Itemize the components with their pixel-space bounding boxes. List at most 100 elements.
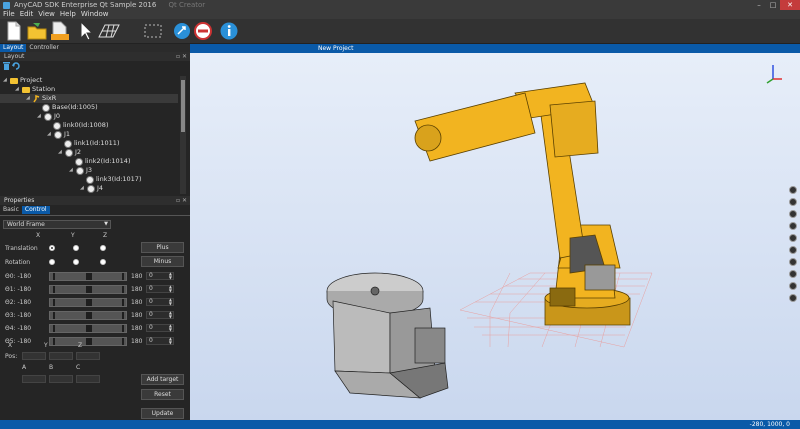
menu-window[interactable]: Window bbox=[81, 10, 109, 19]
view-button[interactable] bbox=[789, 234, 797, 242]
view-button[interactable] bbox=[789, 198, 797, 206]
spin-arrows-icon[interactable]: ▲ ▼ bbox=[169, 298, 172, 306]
tree-node[interactable]: ◢ J2 bbox=[58, 148, 81, 157]
slider-handle[interactable] bbox=[86, 338, 92, 345]
tree-node[interactable]: ◢ J4 bbox=[80, 184, 103, 193]
3d-viewport[interactable] bbox=[190, 53, 800, 420]
tree-node[interactable]: link1(Id:1011) bbox=[64, 139, 119, 148]
tab-layout[interactable]: Layout bbox=[0, 44, 27, 52]
joint-spinbox[interactable]: 0 ▲ ▼ bbox=[146, 285, 174, 293]
collapse-arrow-icon[interactable]: ◢ bbox=[47, 130, 52, 139]
view-button[interactable] bbox=[789, 186, 797, 194]
spin-arrows-icon[interactable]: ▲ ▼ bbox=[169, 324, 172, 332]
translation-y-radio[interactable] bbox=[73, 245, 79, 251]
add-target-button[interactable]: Add target bbox=[141, 374, 184, 385]
update-button[interactable]: Update bbox=[141, 408, 184, 419]
translation-x-radio[interactable] bbox=[49, 245, 55, 251]
minimize-button[interactable]: – bbox=[752, 0, 766, 10]
spin-arrows-icon[interactable]: ▲ ▼ bbox=[169, 285, 172, 293]
slider-handle[interactable] bbox=[86, 299, 92, 306]
view-button[interactable] bbox=[789, 246, 797, 254]
joint-slider[interactable] bbox=[49, 272, 127, 281]
dock-pin-icon[interactable]: ▫ ✕ bbox=[176, 196, 187, 205]
view-button[interactable] bbox=[789, 282, 797, 290]
joint-spinbox[interactable]: 0 ▲ ▼ bbox=[146, 324, 174, 332]
tree-node[interactable]: ◢ J3 bbox=[69, 166, 92, 175]
maximize-button[interactable]: □ bbox=[766, 0, 780, 10]
joint-slider[interactable] bbox=[49, 311, 127, 320]
view-button[interactable] bbox=[789, 270, 797, 278]
tree-node[interactable]: ◢ Station bbox=[15, 85, 55, 94]
slider-handle[interactable] bbox=[86, 312, 92, 319]
collapse-arrow-icon[interactable]: ◢ bbox=[69, 166, 74, 175]
menu-file[interactable]: File bbox=[3, 10, 15, 19]
select-cursor-icon[interactable] bbox=[76, 21, 96, 41]
pos-x-input[interactable] bbox=[22, 352, 46, 360]
tree-node[interactable]: Base(Id:1005) bbox=[42, 103, 98, 112]
tree-node[interactable]: link3(Id:1017) bbox=[86, 175, 141, 184]
tree-scrollbar[interactable] bbox=[180, 76, 186, 194]
joint-slider[interactable] bbox=[49, 324, 127, 333]
tree-node[interactable]: link0(Id:1008) bbox=[53, 121, 108, 130]
joint-slider[interactable] bbox=[49, 337, 127, 346]
view-button[interactable] bbox=[789, 294, 797, 302]
slider-handle[interactable] bbox=[86, 325, 92, 332]
save-icon[interactable] bbox=[50, 21, 70, 41]
spin-arrows-icon[interactable]: ▲ ▼ bbox=[169, 272, 172, 280]
joint-spinbox[interactable]: 0 ▲ ▼ bbox=[146, 337, 174, 345]
tree-node[interactable]: ◢ Project bbox=[3, 76, 42, 85]
joint-spinbox[interactable]: 0 ▲ ▼ bbox=[146, 298, 174, 306]
spin-arrows-icon[interactable]: ▲ ▼ bbox=[169, 311, 172, 319]
close-button[interactable]: ✕ bbox=[780, 0, 800, 10]
joint-slider[interactable] bbox=[49, 285, 127, 294]
rotation-x-radio[interactable] bbox=[49, 259, 55, 265]
pos-z-input[interactable] bbox=[76, 352, 100, 360]
view-button[interactable] bbox=[789, 210, 797, 218]
menu-view[interactable]: View bbox=[38, 10, 55, 19]
dock-pin-icon[interactable]: ▫ ✕ bbox=[176, 52, 187, 61]
tree-node-selected[interactable]: ◢ SixR bbox=[0, 94, 178, 103]
joint-spinbox[interactable]: 0 ▲ ▼ bbox=[146, 272, 174, 280]
translation-z-radio[interactable] bbox=[100, 245, 106, 251]
pos-y-input[interactable] bbox=[49, 352, 73, 360]
scene-canvas[interactable] bbox=[190, 53, 800, 420]
rot-c-input[interactable] bbox=[76, 375, 100, 383]
tree-node[interactable]: ◢ J0 bbox=[37, 112, 60, 121]
reset-button[interactable]: Reset bbox=[141, 389, 184, 400]
rotation-y-radio[interactable] bbox=[73, 259, 79, 265]
rotate-icon[interactable] bbox=[172, 21, 192, 41]
rotation-z-radio[interactable] bbox=[100, 259, 106, 265]
tree-node[interactable]: ◢ J1 bbox=[47, 130, 70, 139]
rot-a-input[interactable] bbox=[22, 375, 46, 383]
menu-help[interactable]: Help bbox=[60, 10, 76, 19]
tab-control[interactable]: Control bbox=[21, 206, 50, 214]
minus-button[interactable]: Minus bbox=[141, 256, 184, 267]
spin-arrows-icon[interactable]: ▲ ▼ bbox=[169, 337, 172, 345]
dashed-box-icon[interactable] bbox=[143, 21, 163, 41]
menu-edit[interactable]: Edit bbox=[20, 10, 34, 19]
plus-button[interactable]: Plus bbox=[141, 242, 184, 253]
info-icon[interactable] bbox=[219, 21, 239, 41]
scrollbar-thumb[interactable] bbox=[181, 80, 185, 132]
open-folder-icon[interactable] bbox=[27, 21, 47, 41]
joint-spinbox[interactable]: 0 ▲ ▼ bbox=[146, 311, 174, 319]
view-button[interactable] bbox=[789, 258, 797, 266]
frame-select[interactable]: World Frame ▼ bbox=[3, 220, 111, 229]
collapse-arrow-icon[interactable]: ◢ bbox=[58, 148, 63, 157]
slider-handle[interactable] bbox=[86, 286, 92, 293]
view-button[interactable] bbox=[789, 222, 797, 230]
slider-handle[interactable] bbox=[86, 273, 92, 280]
tab-basic[interactable]: Basic bbox=[0, 206, 22, 214]
collapse-arrow-icon[interactable]: ◢ bbox=[3, 76, 8, 85]
collapse-arrow-icon[interactable]: ◢ bbox=[37, 112, 42, 121]
collapse-arrow-icon[interactable]: ◢ bbox=[80, 184, 85, 193]
tab-controller[interactable]: Controller bbox=[26, 44, 62, 52]
grid-icon[interactable] bbox=[97, 21, 121, 41]
viewport-tab[interactable]: New Project bbox=[190, 44, 800, 53]
delete-icon[interactable] bbox=[3, 62, 10, 70]
new-file-icon[interactable] bbox=[4, 21, 24, 41]
joint-slider[interactable] bbox=[49, 298, 127, 307]
rot-b-input[interactable] bbox=[49, 375, 73, 383]
tree-node[interactable]: link2(Id:1014) bbox=[75, 157, 130, 166]
collapse-arrow-icon[interactable]: ◢ bbox=[26, 94, 31, 103]
